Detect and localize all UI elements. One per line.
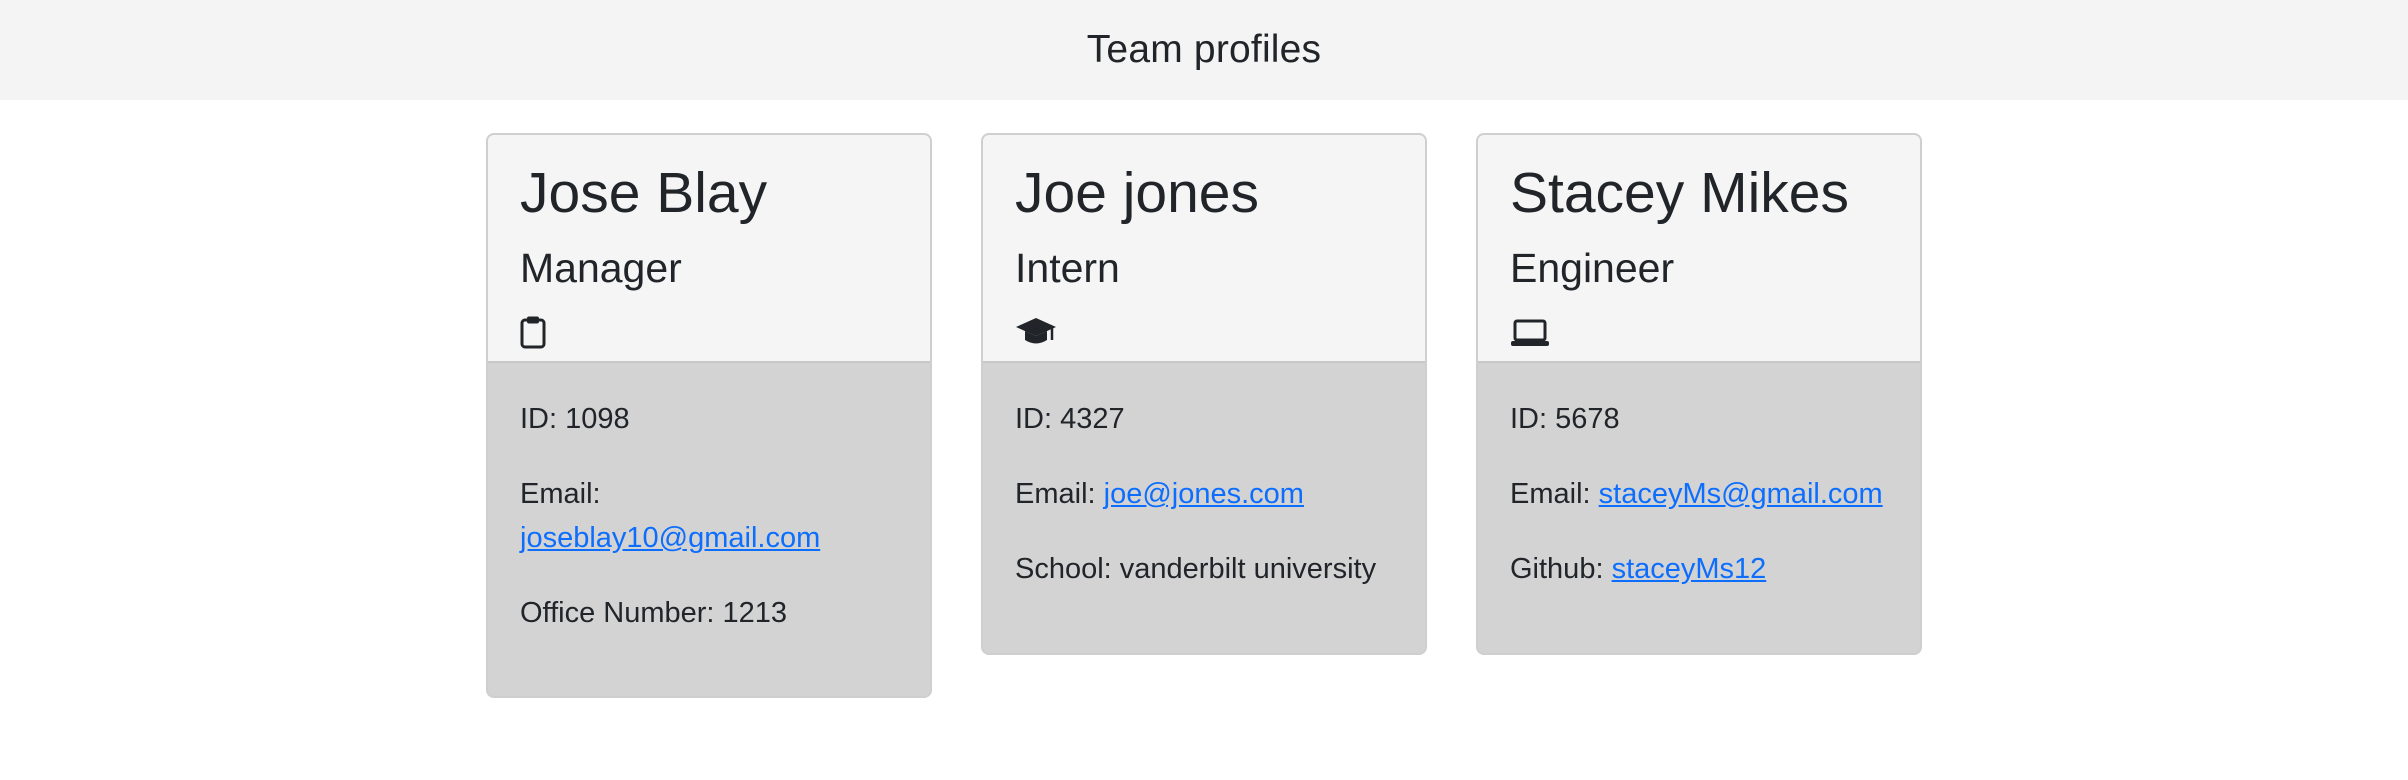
email-label: Email: (1510, 478, 1591, 510)
github-row: Github: staceyMs12 (1510, 547, 1920, 591)
office-number: Office Number: 1213 (520, 597, 788, 629)
employee-id: ID: 1098 (520, 403, 630, 435)
card-body: ID: 1098 Email: joseblay10@gmail.com Off… (488, 363, 930, 635)
employee-email-row: Email: joe@jones.com (1015, 472, 1425, 516)
employee-id: ID: 4327 (1015, 403, 1125, 435)
employee-email-row: Email: staceyMs@gmail.com (1510, 472, 1920, 516)
graduation-cap-icon (1015, 315, 1425, 349)
email-label: Email: (520, 478, 601, 510)
github-label: Github: (1510, 553, 1604, 585)
employee-name: Jose Blay (520, 161, 768, 225)
employee-role: Manager (520, 245, 682, 291)
employee-card-manager: Jose Blay Manager ID: 1098 Email: josebl… (486, 133, 932, 698)
card-body: ID: 4327 Email: joe@jones.com School: va… (983, 363, 1425, 591)
card-header: Joe jones Intern (983, 135, 1425, 363)
employee-card-intern: Joe jones Intern ID: 4327 Email: joe@jon… (981, 133, 1427, 655)
email-link[interactable]: joe@jones.com (1104, 478, 1304, 510)
school: School: vanderbilt university (1015, 553, 1377, 585)
employee-name: Joe jones (1015, 161, 1260, 225)
clipboard-icon (520, 315, 930, 349)
card-header: Stacey Mikes Engineer (1478, 135, 1920, 363)
laptop-icon (1510, 315, 1920, 349)
email-link[interactable]: staceyMs@gmail.com (1599, 478, 1883, 510)
github-link[interactable]: staceyMs12 (1612, 553, 1767, 585)
page-header: Team profiles (0, 0, 2408, 100)
employee-email-row: Email: joseblay10@gmail.com (520, 472, 878, 560)
employee-role: Intern (1015, 245, 1120, 291)
card-header: Jose Blay Manager (488, 135, 930, 363)
card-body: ID: 5678 Email: staceyMs@gmail.com Githu… (1478, 363, 1920, 591)
employee-role: Engineer (1510, 245, 1675, 291)
employee-card-engineer: Stacey Mikes Engineer ID: 5678 Email: st… (1476, 133, 1922, 655)
page-title: Team profiles (1086, 28, 1322, 71)
employee-name: Stacey Mikes (1510, 161, 1849, 225)
email-link[interactable]: joseblay10@gmail.com (520, 522, 820, 554)
employee-id: ID: 5678 (1510, 403, 1620, 435)
email-label: Email: (1015, 478, 1096, 510)
